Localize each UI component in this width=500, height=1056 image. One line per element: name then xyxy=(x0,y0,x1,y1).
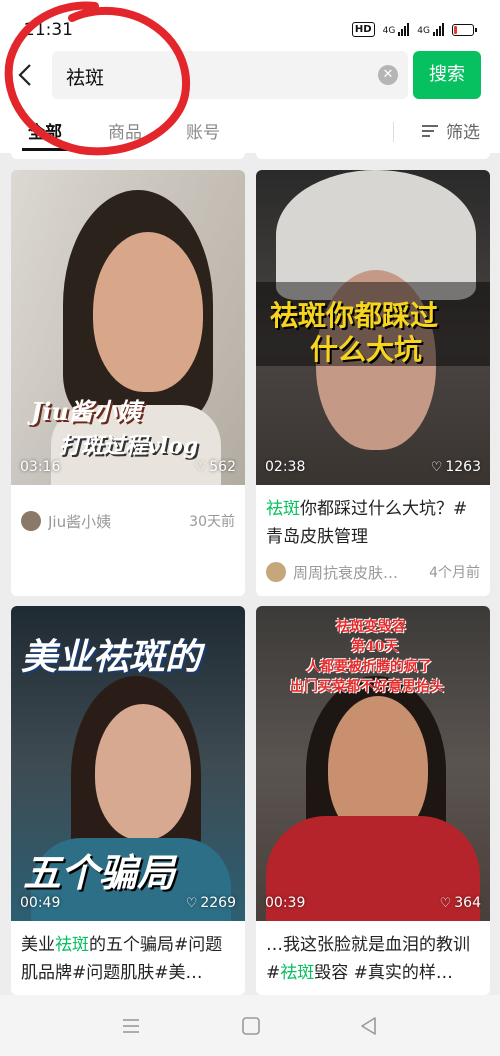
video-duration: 00:39 xyxy=(265,895,306,911)
post-time: 4个月前 xyxy=(429,565,480,581)
chevron-left-icon[interactable] xyxy=(14,62,38,88)
overlay-subtitle: 什么大坑 xyxy=(310,333,423,366)
video-card[interactable]: 祛斑你都踩过 什么大坑 02:38 ♡ 1263 祛斑你都踩过什么大坑？#青岛皮肤… xyxy=(256,170,490,596)
video-duration: 02:38 xyxy=(265,459,306,475)
video-card[interactable]: Jiu酱小姨 打斑过程vlog 03:16 ♡ 562 Jiu酱小姨 30天前 xyxy=(11,170,245,596)
like-count: ♡ 364 xyxy=(439,895,481,911)
overlay-title: 祛斑变毁容 xyxy=(336,619,406,635)
keyword-highlight: 祛斑 xyxy=(266,499,300,519)
video-thumbnail[interactable]: 祛斑变毁容 第40天 人都要被折腾的疯了 出门买菜都不好意思抬头 00:39 ♡… xyxy=(256,606,490,921)
clear-circle-icon[interactable]: ✕ xyxy=(378,65,398,85)
video-duration: 03:16 xyxy=(20,459,61,475)
video-caption[interactable]: …我这张脸就是血泪的教训#祛斑毁容 #真实的样… xyxy=(256,921,490,987)
tab-accounts[interactable]: 账号 xyxy=(186,118,220,143)
tab-indicator xyxy=(22,148,70,151)
tab-products[interactable]: 商品 xyxy=(108,118,142,143)
video-duration: 00:49 xyxy=(20,895,61,911)
filter-button[interactable]: 筛选 xyxy=(422,118,480,143)
keyword-highlight: 祛斑 xyxy=(280,963,315,983)
video-card[interactable]: 美业祛斑的 五个骗局 00:49 ♡ 2269 美业祛斑的五个骗局#问题肌品牌#问… xyxy=(11,606,245,995)
result-tabs: 全部 商品 账号 筛选 xyxy=(0,108,500,153)
author-name[interactable]: Jiu酱小姨 xyxy=(48,511,181,532)
overlay-title: 美业祛斑的 xyxy=(21,636,202,678)
overlay-subtitle: 打斑过程vlog xyxy=(59,433,199,459)
video-caption[interactable]: 祛斑你都踩过什么大坑？#青岛皮肤管理 xyxy=(256,485,490,551)
menu-icon[interactable] xyxy=(120,1015,142,1037)
hd-badge: HD xyxy=(351,22,375,37)
author-name[interactable]: 周周抗衰皮肤… xyxy=(293,562,421,583)
status-time: 21:31 xyxy=(24,20,73,40)
video-caption[interactable]: 美业祛斑的五个骗局#问题肌品牌#问题肌肤#美… xyxy=(11,921,245,987)
filter-label: 筛选 xyxy=(446,123,480,143)
video-thumbnail[interactable]: Jiu酱小姨 打斑过程vlog 03:16 ♡ 562 xyxy=(11,170,245,485)
tab-all[interactable]: 全部 xyxy=(28,118,62,143)
home-square-icon[interactable] xyxy=(240,1015,262,1037)
like-count: ♡ 2269 xyxy=(185,895,236,911)
card-meta: Jiu酱小姨 30天前 xyxy=(11,493,245,549)
search-query[interactable]: 祛斑 xyxy=(66,63,104,90)
signal-icon: 4G xyxy=(383,23,410,36)
search-input[interactable]: 祛斑 ✕ xyxy=(52,51,408,99)
search-button[interactable]: 搜索 xyxy=(413,51,481,99)
divider xyxy=(393,122,394,142)
battery-icon xyxy=(452,23,477,36)
back-triangle-icon[interactable] xyxy=(358,1015,380,1037)
post-time: 30天前 xyxy=(189,514,235,530)
avatar[interactable] xyxy=(266,562,286,582)
status-bar: 21:31 HD 4G 4G xyxy=(0,0,500,42)
overlay-subtitle: 第40天 xyxy=(351,639,399,655)
search-header: 祛斑 ✕ 搜索 xyxy=(0,42,500,108)
heart-icon: ♡ xyxy=(194,459,207,475)
overlay-line: 人都要被折腾的疯了 xyxy=(306,659,432,675)
overlay-subtitle: 五个骗局 xyxy=(23,850,176,895)
like-count: ♡ 562 xyxy=(194,459,236,475)
avatar[interactable] xyxy=(21,511,41,531)
like-count: ♡ 1263 xyxy=(430,459,481,475)
keyword-highlight: 祛斑 xyxy=(55,935,89,955)
signal-icon-2: 4G xyxy=(417,23,444,36)
previous-card-bottom xyxy=(11,153,245,159)
filter-icon xyxy=(422,124,438,137)
heart-icon: ♡ xyxy=(185,895,198,911)
video-card[interactable]: 祛斑变毁容 第40天 人都要被折腾的疯了 出门买菜都不好意思抬头 00:39 ♡… xyxy=(256,606,490,995)
overlay-title: Jiu酱小姨 xyxy=(31,397,141,426)
heart-icon: ♡ xyxy=(430,459,443,475)
overlay-line: 出门买菜都不好意思抬头 xyxy=(290,679,444,695)
previous-card-bottom xyxy=(256,153,490,159)
heart-icon: ♡ xyxy=(439,895,452,911)
video-thumbnail[interactable]: 祛斑你都踩过 什么大坑 02:38 ♡ 1263 xyxy=(256,170,490,485)
card-meta: 周周抗衰皮肤… 4个月前 xyxy=(256,555,490,589)
system-nav-bar xyxy=(0,995,500,1056)
video-thumbnail[interactable]: 美业祛斑的 五个骗局 00:49 ♡ 2269 xyxy=(11,606,245,921)
